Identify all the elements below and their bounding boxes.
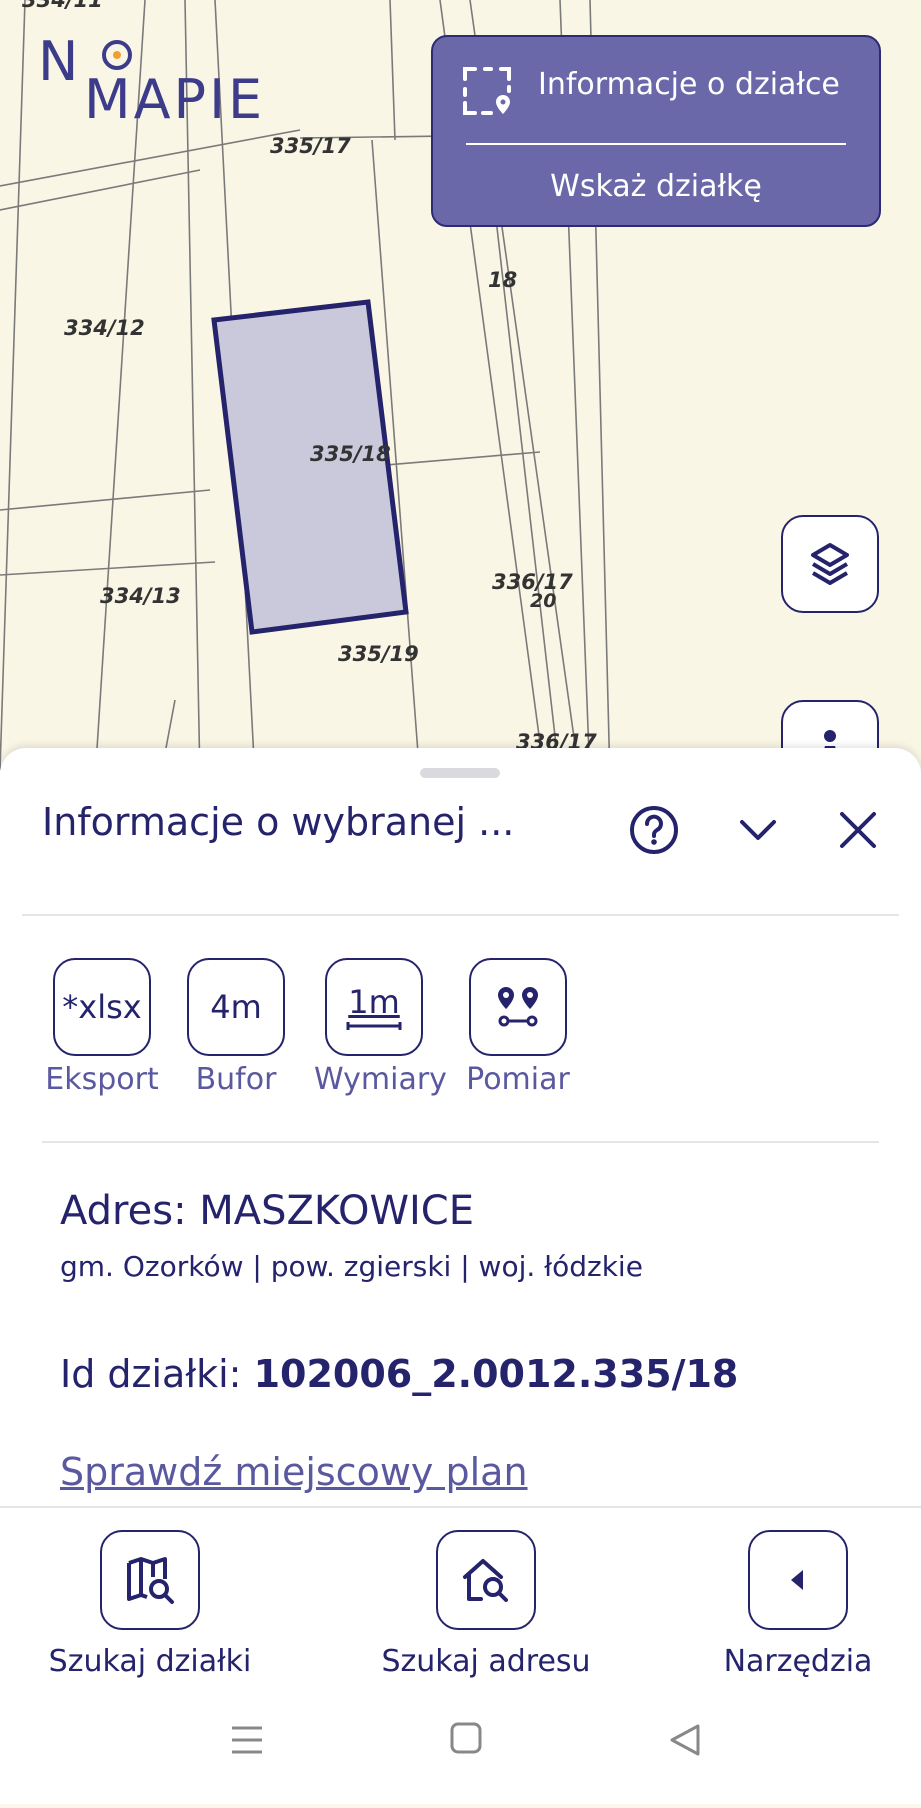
xlsx-icon: *xlsx bbox=[53, 958, 151, 1056]
parcel-label: 335/18 bbox=[310, 442, 391, 466]
buffer-icon: 4m bbox=[187, 958, 285, 1056]
export-tool[interactable]: *xlsx Eksport bbox=[42, 958, 162, 1097]
measure-pins-icon bbox=[498, 987, 538, 1027]
sheet-drag-handle[interactable] bbox=[420, 768, 500, 778]
bottom-navigation: Szukaj działki Szukaj adresu Narzędzia bbox=[0, 1506, 921, 1680]
divider bbox=[42, 1141, 879, 1143]
triangle-left-icon bbox=[791, 1570, 803, 1590]
tool-label: Pomiar bbox=[466, 1062, 570, 1097]
parcel-info-panel: Informacje o działce Wskaż działkę bbox=[431, 35, 881, 227]
dimensions-icon: 1m bbox=[325, 958, 423, 1056]
nav-label: Szukaj adresu bbox=[381, 1644, 591, 1679]
plot-id: Id działki: 102006_2.0012.335/18 bbox=[60, 1352, 738, 1396]
logo-text-line1: N bbox=[38, 30, 81, 93]
select-parcel-icon bbox=[463, 67, 511, 115]
map-view[interactable]: 334/11 335/17 18 334/12 335/18 334/13 33… bbox=[0, 0, 921, 798]
system-nav-icons bbox=[232, 1722, 700, 1756]
address-subtitle: gm. Ozorków | pow. zgierski | woj. łódzk… bbox=[60, 1250, 643, 1283]
sheet-title: Informacje o wybranej ... bbox=[42, 800, 515, 844]
back-icon[interactable] bbox=[670, 1724, 700, 1756]
tools-box bbox=[748, 1530, 848, 1630]
help-button[interactable] bbox=[628, 804, 680, 856]
dimensions-tool[interactable]: 1m Wymiary bbox=[314, 958, 447, 1097]
parcel-info-button[interactable]: Informacje o działce bbox=[433, 37, 879, 142]
nav-label: Narzędzia bbox=[723, 1644, 873, 1679]
parcel-label: 334/12 bbox=[64, 316, 145, 340]
layers-button[interactable] bbox=[781, 515, 879, 613]
nav-label: Szukaj działki bbox=[48, 1644, 252, 1679]
plot-id-value: 102006_2.0012.335/18 bbox=[253, 1352, 739, 1396]
nav-tools[interactable]: Narzędzia bbox=[708, 1530, 888, 1679]
app-logo: N MAPIE bbox=[38, 30, 278, 131]
measure-box bbox=[469, 958, 567, 1056]
tool-label: Eksport bbox=[45, 1062, 159, 1097]
measure-tool[interactable]: Pomiar bbox=[458, 958, 578, 1097]
close-button[interactable] bbox=[832, 804, 884, 856]
parcel-label: 20 bbox=[530, 590, 557, 612]
close-icon bbox=[840, 812, 876, 848]
nav-search-parcel[interactable]: Szukaj działki bbox=[40, 1530, 260, 1679]
recent-apps-icon[interactable] bbox=[232, 1726, 262, 1754]
home-search-icon bbox=[463, 1559, 508, 1602]
layers-icon bbox=[811, 543, 849, 585]
logo-text-line2: MAPIE bbox=[84, 68, 266, 131]
help-icon bbox=[630, 806, 678, 854]
tool-label: Bufor bbox=[195, 1062, 277, 1097]
plot-id-label: Id działki: bbox=[60, 1352, 254, 1396]
parcel-label: 335/19 bbox=[338, 642, 419, 666]
buffer-tool[interactable]: 4m Bufor bbox=[176, 958, 296, 1097]
dimensions-icon-text: 1m bbox=[348, 983, 400, 1021]
nav-search-address[interactable]: Szukaj adresu bbox=[376, 1530, 596, 1679]
system-navigation-bar bbox=[0, 1678, 921, 1804]
selected-parcel[interactable] bbox=[211, 299, 409, 635]
logo-pin-icon bbox=[102, 40, 132, 70]
local-plan-link[interactable]: Sprawdź miejscowy plan bbox=[60, 1450, 528, 1494]
parcel-label: 335/17 bbox=[270, 134, 351, 158]
home-icon[interactable] bbox=[450, 1722, 482, 1754]
divider bbox=[466, 143, 846, 145]
collapse-button[interactable] bbox=[732, 804, 784, 856]
home-search-box bbox=[436, 1530, 536, 1630]
divider bbox=[22, 914, 899, 916]
point-parcel-button[interactable]: Wskaż działkę bbox=[433, 149, 879, 225]
parcel-label: 334/11 bbox=[22, 0, 103, 12]
address-title: Adres: MASZKOWICE bbox=[60, 1188, 475, 1234]
ruler-icon bbox=[346, 1022, 402, 1030]
map-search-icon bbox=[127, 1557, 174, 1604]
parcel-label: 334/13 bbox=[100, 584, 181, 608]
parcel-details-sheet: Informacje o wybranej ... *xlsx Eksport … bbox=[0, 748, 921, 1508]
chevron-down-icon bbox=[740, 820, 776, 840]
parcel-info-label: Informacje o działce bbox=[538, 67, 840, 102]
tool-label: Wymiary bbox=[314, 1062, 447, 1097]
map-search-box bbox=[100, 1530, 200, 1630]
parcel-label: 18 bbox=[488, 268, 518, 292]
